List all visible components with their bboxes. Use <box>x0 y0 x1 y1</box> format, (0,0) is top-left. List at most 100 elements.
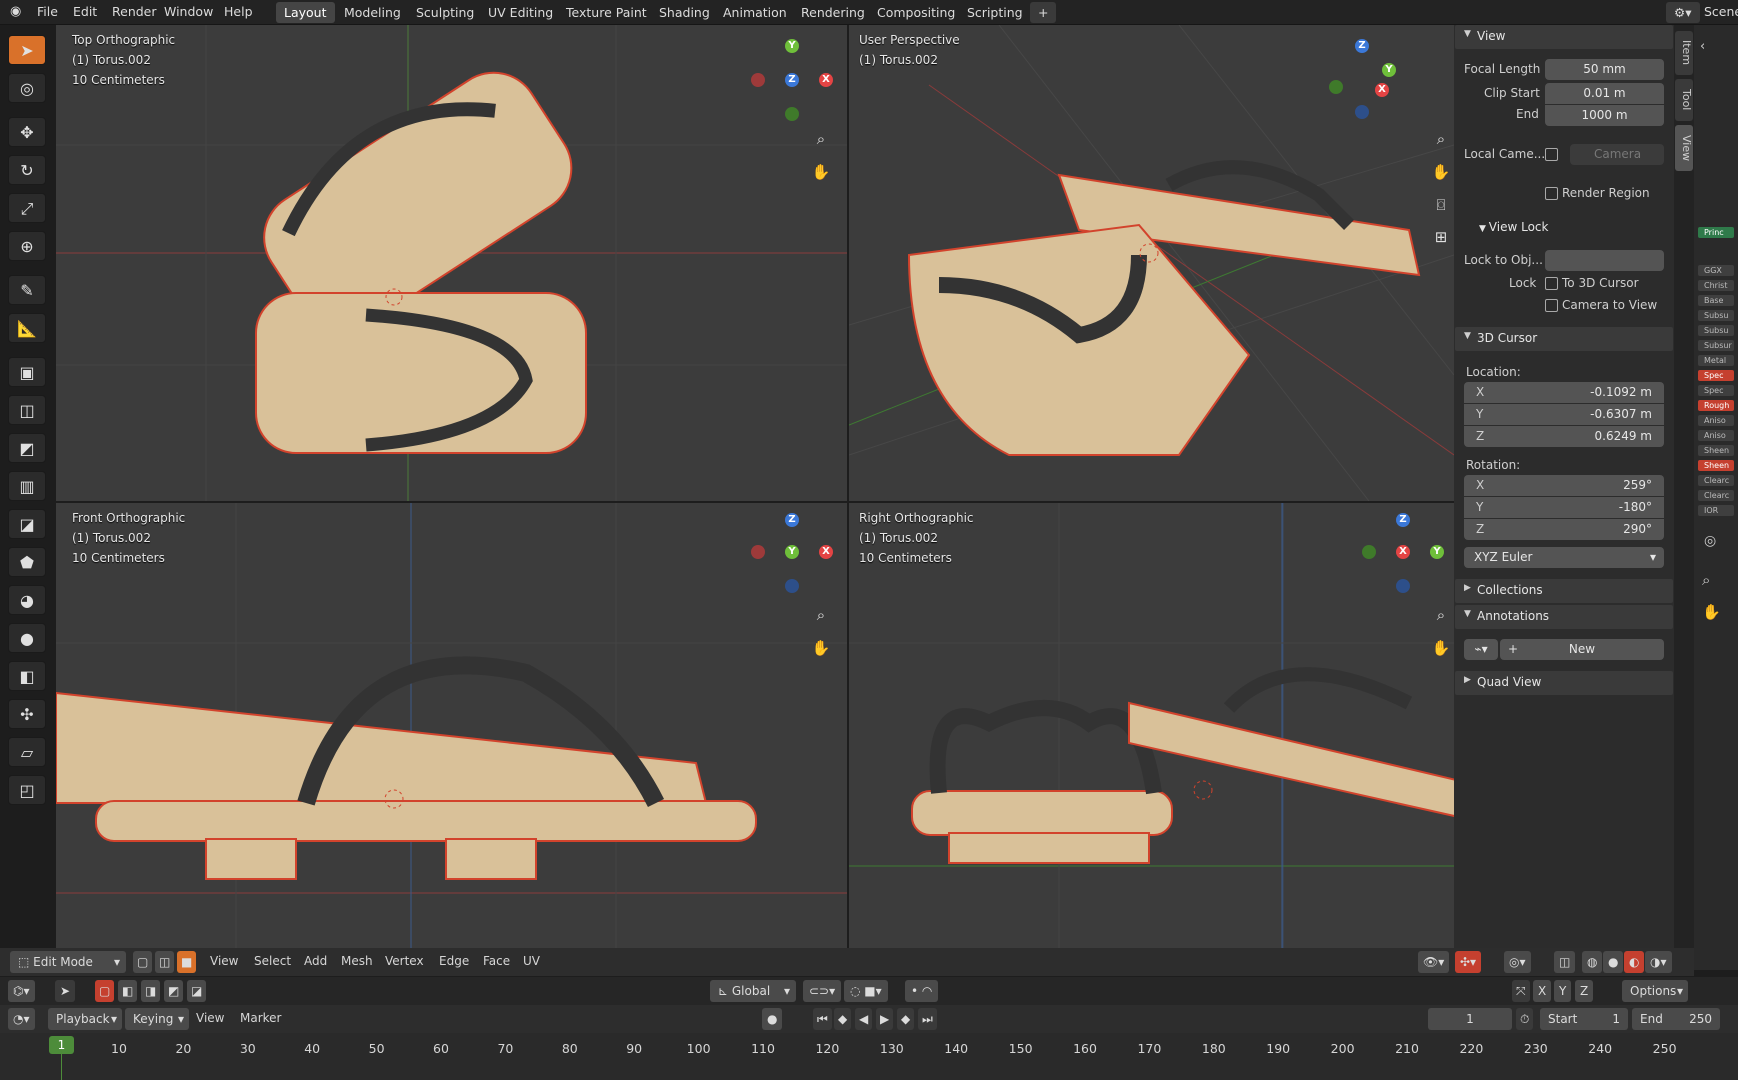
gizmo-y-axis[interactable]: Y <box>1430 545 1444 559</box>
shear-tool-icon[interactable]: ▱ <box>8 737 46 767</box>
editor-type-icon[interactable]: ⌬▾ <box>8 980 35 1002</box>
node-chip[interactable]: Sheen <box>1698 445 1734 456</box>
clip-start-field[interactable]: 0.01 m <box>1545 83 1664 104</box>
tab-modeling[interactable]: Modeling <box>336 2 409 23</box>
gizmo-neg-x-axis[interactable] <box>751 73 765 87</box>
prev-keyframe-icon[interactable]: ◆ <box>834 1008 852 1030</box>
wireframe-shading-icon[interactable]: ◍ <box>1582 951 1603 973</box>
chevron-left-icon[interactable]: ‹ <box>1700 39 1705 54</box>
node-chip[interactable]: Rough <box>1698 400 1734 411</box>
zoom-icon[interactable]: ⌕ <box>1429 603 1453 627</box>
jump-end-icon[interactable]: ⏭ <box>918 1008 937 1030</box>
gizmo-neg-y-axis[interactable] <box>1329 80 1343 94</box>
node-chip[interactable]: Base Co <box>1698 295 1734 306</box>
node-chip[interactable]: Clearc <box>1698 490 1734 501</box>
mirror-x-toggle[interactable]: X <box>1533 980 1552 1002</box>
gizmo-y-axis[interactable]: Y <box>785 39 799 53</box>
node-chip[interactable]: Subsu <box>1698 325 1734 336</box>
menu-vertex[interactable]: Vertex <box>385 954 424 968</box>
zoom-icon[interactable]: ⌕ <box>809 603 833 627</box>
node-chip[interactable]: Clearc <box>1698 475 1734 486</box>
cursor-location-z-field[interactable]: Z 0.6249 m <box>1464 426 1664 447</box>
tab-scripting[interactable]: Scripting <box>959 2 1031 23</box>
focal-length-field[interactable]: 50 mm <box>1545 59 1664 80</box>
mirror-y-toggle[interactable]: Y <box>1554 980 1572 1002</box>
xray-icon[interactable]: ◫ <box>1554 951 1576 973</box>
menu-window[interactable]: Window <box>164 4 213 19</box>
tab-layout[interactable]: Layout <box>276 2 335 23</box>
menu-edit[interactable]: Edit <box>73 4 97 19</box>
menu-file[interactable]: File <box>37 4 58 19</box>
node-chip[interactable]: GGX <box>1698 265 1734 276</box>
cursor-rotation-y-field[interactable]: Y -180° <box>1464 497 1664 518</box>
timeline-ruler[interactable]: 1 10 20 30 40 50 60 70 80 90 100 110 120 130 140 150 16… <box>0 1033 1738 1080</box>
gizmo-toggle-icon[interactable]: ✣▾ <box>1455 951 1482 973</box>
annotations-panel-header[interactable]: ▼ Annotations <box>1455 605 1673 629</box>
node-chip[interactable]: Subsu <box>1698 310 1734 321</box>
node-chip[interactable]: Sheen <box>1698 460 1734 471</box>
gizmo-x-axis[interactable]: X <box>819 545 833 559</box>
cursor-location-y-field[interactable]: Y -0.6307 m <box>1464 404 1664 425</box>
menu-render[interactable]: Render <box>112 4 157 19</box>
node-chip[interactable]: Metal <box>1698 355 1734 366</box>
node-chip[interactable]: IOR <box>1698 505 1734 516</box>
gizmo-z-axis[interactable]: Z <box>1396 513 1410 527</box>
select-mode-invert-icon[interactable]: ◩ <box>164 980 184 1002</box>
menu-edge[interactable]: Edge <box>439 954 469 968</box>
camera-view-icon[interactable]: ⌼ <box>1429 193 1453 217</box>
select-mode-intersect-icon[interactable]: ◪ <box>187 980 207 1002</box>
tab-shading[interactable]: Shading <box>651 2 718 23</box>
view-panel-header[interactable]: ▼ View <box>1455 25 1673 49</box>
tab-tool[interactable]: Tool <box>1675 79 1693 121</box>
timeline-view-menu[interactable]: View <box>196 1011 224 1025</box>
options-dropdown[interactable]: Options ▾ <box>1622 980 1688 1002</box>
rip-tool-icon[interactable]: ◰ <box>8 775 46 805</box>
spin-tool-icon[interactable]: ◕ <box>8 585 46 615</box>
viewport-user-perspective[interactable]: User Perspective (1) Torus.002 Z Y X ⌕ ✋… <box>849 25 1454 501</box>
visibility-icon[interactable]: 👁▾ <box>1418 951 1450 973</box>
node-chip[interactable]: Spec <box>1698 370 1734 381</box>
camera-to-view-checkbox[interactable] <box>1545 299 1558 312</box>
3d-cursor-panel-header[interactable]: ▼ 3D Cursor <box>1455 327 1673 351</box>
playback-menu[interactable]: Playback ▾ <box>48 1008 122 1030</box>
tab-rendering[interactable]: Rendering <box>793 2 873 23</box>
scale-tool-icon[interactable]: ⤢ <box>8 193 46 223</box>
extrude-tool-icon[interactable]: ▣ <box>8 357 46 387</box>
end-frame-field[interactable]: End 250 <box>1632 1008 1720 1030</box>
tab-view[interactable]: View <box>1675 125 1693 171</box>
gizmo-neg-x-axis[interactable] <box>751 545 765 559</box>
scene-selector-icon[interactable]: ⚙▾ <box>1666 2 1700 23</box>
timeline-marker-menu[interactable]: Marker <box>240 1011 281 1025</box>
mirror-z-toggle[interactable]: Z <box>1575 980 1594 1002</box>
cursor-rotation-x-field[interactable]: X 259° <box>1464 475 1664 496</box>
camera-field[interactable]: Camera <box>1570 144 1664 165</box>
annotation-layer-icon[interactable]: ⌁▾ <box>1464 639 1498 660</box>
zoom-icon[interactable]: ⌕ <box>1702 571 1710 589</box>
smooth-tool-icon[interactable]: ● <box>8 623 46 653</box>
gizmo-y-axis[interactable]: Y <box>785 545 799 559</box>
pan-hand-icon[interactable]: ✋ <box>1702 603 1721 621</box>
clip-end-field[interactable]: 1000 m <box>1545 105 1664 126</box>
gizmo-z-axis[interactable]: Z <box>1355 39 1369 53</box>
node-chip[interactable]: Spec <box>1698 385 1734 396</box>
edge-select-icon[interactable]: ◫ <box>155 951 175 973</box>
overlays-icon[interactable]: ◎▾ <box>1504 951 1531 973</box>
next-keyframe-icon[interactable]: ◆ <box>897 1008 915 1030</box>
gizmo-z-axis[interactable]: Z <box>785 513 799 527</box>
cursor-location-x-field[interactable]: X -0.1092 m <box>1464 382 1664 403</box>
material-shading-icon[interactable]: ◐ <box>1624 951 1645 973</box>
inset-tool-icon[interactable]: ◫ <box>8 395 46 425</box>
menu-select[interactable]: Select <box>254 954 291 968</box>
select-mode-new-icon[interactable]: ▢ <box>95 980 115 1002</box>
to-3d-cursor-checkbox[interactable] <box>1545 277 1558 290</box>
rotation-mode-dropdown[interactable]: XYZ Euler ▾ <box>1464 547 1664 568</box>
loop-cut-tool-icon[interactable]: ▥ <box>8 471 46 501</box>
play-reverse-icon[interactable]: ◀ <box>855 1008 873 1030</box>
transform-orientation-dropdown[interactable]: ⊾ Global ▾ <box>710 980 796 1002</box>
menu-face[interactable]: Face <box>483 954 510 968</box>
mode-dropdown[interactable]: ⬚ Edit Mode ▾ <box>10 951 126 973</box>
gizmo-y-axis[interactable]: Y <box>1382 63 1396 77</box>
collections-panel-header[interactable]: ▶ Collections <box>1455 579 1673 603</box>
select-box-icon[interactable]: ➤ <box>8 35 46 65</box>
perspective-toggle-icon[interactable]: ⊞ <box>1429 225 1453 249</box>
